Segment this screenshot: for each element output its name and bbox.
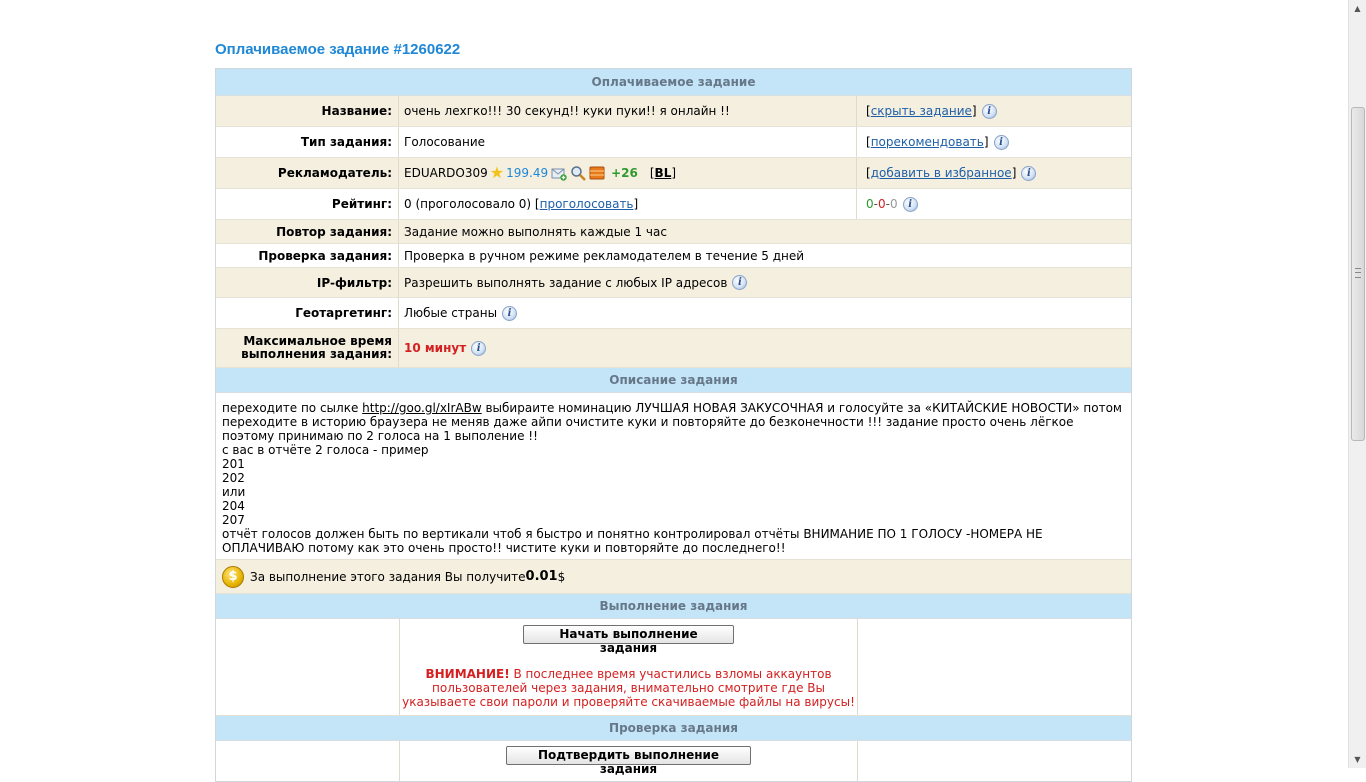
start-task-button[interactable]: Начать выполнение задания xyxy=(523,625,734,655)
reward-row: $ За выполнение этого задания Вы получит… xyxy=(216,560,1131,594)
exec-right-cell xyxy=(858,619,1131,715)
value-advertiser: EDUARDO309 ★ 199.49 +26 [BL] xyxy=(399,158,857,188)
row-ip: IP-фильтр: Разрешить выполнять задание с… xyxy=(216,268,1131,298)
grip-icon xyxy=(1355,268,1361,278)
info-icon[interactable]: i xyxy=(471,340,487,356)
value-repeat: Задание можно выполнять каждые 1 час xyxy=(404,224,667,239)
description-paragraph: переходите по сылке http://goo.gl/xIrABw… xyxy=(222,401,1122,443)
warning-title: ВНИМАНИЕ! xyxy=(425,667,510,681)
vote-link[interactable]: проголосовать xyxy=(540,197,634,211)
page-title: Оплачиваемое задание #1260622 xyxy=(215,41,461,58)
row-verify: Подтвердить выполнение задания xyxy=(216,741,1131,781)
section-header-task: Оплачиваемое задание xyxy=(216,69,1131,96)
value-check: Проверка в ручном режиме рекламодателем … xyxy=(404,248,805,263)
task-panel: Оплачиваемое задание Название: очень лех… xyxy=(215,68,1132,782)
blacklist-link[interactable]: BL xyxy=(655,166,672,180)
label-type: Тип задания: xyxy=(216,127,399,157)
label-name: Название: xyxy=(216,96,399,126)
label-repeat: Повтор задания: xyxy=(216,220,399,243)
action-recommend: [порекомендовать] i xyxy=(857,127,1131,157)
description-line: с вас в отчёте 2 голоса - пример xyxy=(222,443,429,457)
description-line: 201 xyxy=(222,457,245,471)
value-geo: Любые страны i xyxy=(399,298,1131,328)
star-icon: ★ xyxy=(489,163,505,182)
advertiser-balance: 199.49 xyxy=(506,166,549,180)
row-execution: Начать выполнение задания ВНИМАНИЕ! В по… xyxy=(216,619,1131,716)
geo-text: Любые страны xyxy=(404,306,498,320)
description-line: или xyxy=(222,485,246,499)
rating-negative: 0 xyxy=(877,197,886,211)
description-line: 202 xyxy=(222,471,245,485)
row-name: Название: очень лехгко!!! 30 секунд!! ку… xyxy=(216,96,1131,127)
scroll-down-arrow-icon[interactable]: ▼ xyxy=(1349,751,1366,768)
action-hide: [скрыть задание] i xyxy=(857,96,1131,126)
section-header-description: Описание задания xyxy=(216,368,1131,393)
row-check: Проверка задания: Проверка в ручном режи… xyxy=(216,244,1131,268)
row-type: Тип задания: Голосование [порекомендоват… xyxy=(216,127,1131,158)
rating-bracket: ] xyxy=(633,197,639,211)
exec-center-cell: Начать выполнение задания ВНИМАНИЕ! В по… xyxy=(400,619,858,715)
description-line: 204 xyxy=(222,499,245,513)
label-rating: Рейтинг: xyxy=(216,189,399,219)
action-favorite: [добавить в избранное] i xyxy=(857,158,1131,188)
description-line: отчёт голосов должен быть по вертикали ч… xyxy=(222,527,1043,555)
advertiser-name[interactable]: EDUARDO309 xyxy=(404,166,488,180)
task-description: переходите по сылке http://goo.gl/xIrABw… xyxy=(216,393,1131,560)
mail-add-icon[interactable] xyxy=(551,165,567,181)
value-ip: Разрешить выполнять задание с любых IP а… xyxy=(399,268,1131,297)
scroll-thumb[interactable] xyxy=(1351,107,1365,441)
info-icon[interactable]: i xyxy=(993,134,1009,150)
row-advertiser: Рекламодатель: EDUARDO309 ★ 199.49 +26 [… xyxy=(216,158,1131,189)
security-warning: ВНИМАНИЕ! В последнее время участились в… xyxy=(400,667,857,709)
row-maxtime: Максимальное время выполнения задания: 1… xyxy=(216,329,1131,368)
coin-icon: $ xyxy=(222,565,244,588)
add-favorite-link[interactable]: добавить в избранное xyxy=(871,166,1012,180)
reward-amount: 0.01 xyxy=(525,569,558,584)
label-advertiser: Рекламодатель: xyxy=(216,158,399,188)
rating-positive: 0 xyxy=(866,197,874,211)
recommend-link[interactable]: порекомендовать xyxy=(871,135,984,149)
rating-scores: 0 - 0 - 0 i xyxy=(857,189,1131,219)
row-rating: Рейтинг: 0 (проголосовало 0) [проголосов… xyxy=(216,189,1131,220)
verify-right-cell xyxy=(858,741,1131,781)
section-header-verify: Проверка задания xyxy=(216,716,1131,741)
verify-center-cell: Подтвердить выполнение задания xyxy=(400,741,858,781)
label-ip: IP-фильтр: xyxy=(216,268,399,297)
rating-text: 0 (проголосовало 0) [ xyxy=(404,197,540,211)
magnifier-icon[interactable] xyxy=(570,165,586,181)
description-link[interactable]: http://goo.gl/xIrABw xyxy=(362,401,482,415)
exec-left-cell xyxy=(216,619,400,715)
advertiser-rating: +26 xyxy=(611,166,638,180)
hide-task-link[interactable]: скрыть задание xyxy=(871,104,972,118)
info-icon[interactable]: i xyxy=(902,196,918,212)
box-icon[interactable] xyxy=(589,165,605,181)
label-maxtime: Максимальное время выполнения задания: xyxy=(216,329,399,367)
reward-currency: $ xyxy=(557,569,566,584)
rating-neutral: 0 xyxy=(889,197,898,211)
label-check: Проверка задания: xyxy=(216,244,399,267)
info-icon[interactable]: i xyxy=(1021,165,1037,181)
verify-left-cell xyxy=(216,741,400,781)
value-type: Голосование xyxy=(399,127,857,157)
ip-text: Разрешить выполнять задание с любых IP а… xyxy=(404,275,728,290)
label-maxtime-2: выполнения задания: xyxy=(241,347,392,361)
maxtime-text: 10 минут xyxy=(404,341,467,355)
row-geo: Геотаргетинг: Любые страны i xyxy=(216,298,1131,329)
info-icon[interactable]: i xyxy=(981,103,997,119)
reward-text: За выполнение этого задания Вы получите xyxy=(250,569,526,584)
confirm-task-button[interactable]: Подтвердить выполнение задания xyxy=(506,746,751,776)
value-name: очень лехгко!!! 30 секунд!! куки пуки!! … xyxy=(399,96,857,126)
info-icon[interactable]: i xyxy=(502,305,518,321)
vertical-scrollbar[interactable]: ▲ ▼ xyxy=(1348,0,1366,768)
scroll-up-arrow-icon[interactable]: ▲ xyxy=(1349,0,1366,17)
description-line: 207 xyxy=(222,513,245,527)
info-icon[interactable]: i xyxy=(732,275,748,290)
label-geo: Геотаргетинг: xyxy=(216,298,399,328)
value-rating: 0 (проголосовало 0) [проголосовать] xyxy=(399,189,857,219)
row-repeat: Повтор задания: Задание можно выполнять … xyxy=(216,220,1131,244)
section-header-execution: Выполнение задания xyxy=(216,594,1131,619)
value-maxtime: 10 минут i xyxy=(399,329,1131,367)
